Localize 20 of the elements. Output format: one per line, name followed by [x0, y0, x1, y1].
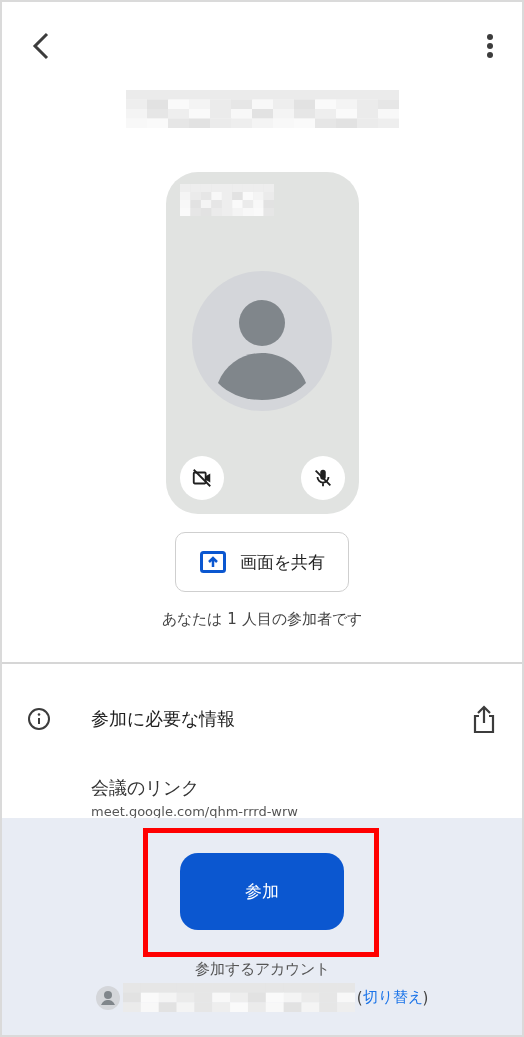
- back-icon[interactable]: [32, 32, 50, 60]
- upload-screen-icon: [199, 551, 226, 573]
- share-screen-button[interactable]: 画面を共有: [175, 532, 349, 592]
- share-icon[interactable]: [472, 704, 496, 734]
- parenthesis: (: [356, 988, 363, 1007]
- account-avatar-icon: [95, 985, 120, 1010]
- section-title: 参加に必要な情報: [91, 707, 236, 731]
- link-label: 会議のリンク: [91, 776, 199, 800]
- mic-off-button[interactable]: [300, 456, 345, 500]
- meeting-link[interactable]: meet.google.com/qhm-rrrd-wrw: [91, 804, 298, 819]
- camera-off-icon: [190, 467, 213, 489]
- parenthesis: ): [422, 988, 429, 1007]
- camera-off-button[interactable]: [179, 456, 224, 500]
- avatar-icon: [192, 271, 332, 411]
- more-icon[interactable]: [486, 33, 494, 59]
- participant-note: あなたは 1 人目の参加者です: [162, 610, 362, 629]
- info-icon: [27, 707, 51, 731]
- switch-account-link[interactable]: 切り替え: [362, 988, 423, 1007]
- account-label: 参加するアカウント: [194, 960, 330, 979]
- join-button[interactable]: 参加: [180, 853, 344, 930]
